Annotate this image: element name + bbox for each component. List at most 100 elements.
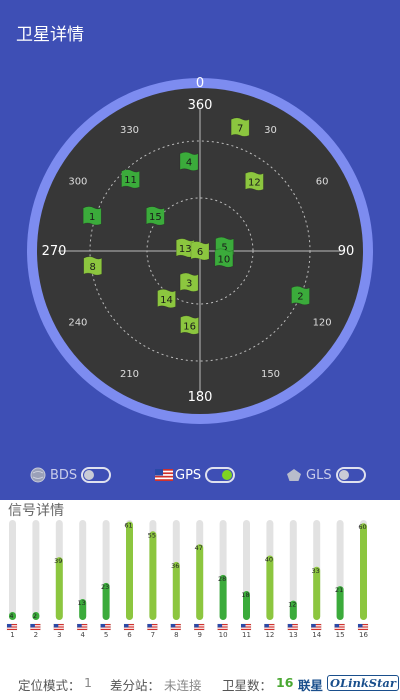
signal-value-label: 40 (265, 555, 273, 563)
signal-value-label: 47 (195, 544, 203, 552)
us-flag-icon (170, 623, 181, 631)
bearing-label-180: 180 (188, 390, 213, 405)
signal-sat-id-label: 14 (312, 631, 321, 639)
signal-bar-12 (266, 555, 274, 620)
signal-value-label: 4 (9, 612, 13, 620)
bearing-label-120: 120 (313, 318, 332, 329)
signal-value-label: 55 (148, 531, 156, 539)
mode-label: 定位模式： (18, 678, 81, 693)
gps-label: GPS (175, 467, 202, 483)
signal-value-label: 2 (33, 612, 37, 620)
gps-switch[interactable] (205, 467, 236, 483)
signal-bar-6 (126, 521, 133, 620)
signal-track (32, 520, 40, 620)
signal-sat-id-label: 4 (80, 631, 85, 639)
signal-sat-id-label: 5 (104, 631, 108, 639)
satellite-10[interactable]: 10 (214, 248, 234, 268)
satellite-16[interactable]: 16 (180, 315, 199, 335)
bearing-label-360: 360 (188, 98, 213, 113)
signal-value-label: 28 (218, 575, 226, 583)
signal-value-label: 33 (312, 567, 320, 575)
satellite-id-label: 16 (183, 321, 196, 332)
satellite-id-label: 14 (160, 295, 173, 306)
bearing-label-150: 150 (261, 369, 280, 380)
satellite-3[interactable]: 3 (179, 272, 199, 292)
diff-value: 未连接 (164, 678, 202, 693)
satellite-id-label: 11 (124, 175, 137, 186)
signal-bar-8 (172, 561, 180, 620)
satellite-id-label: 10 (218, 254, 231, 265)
sat-count-value: 16 (276, 675, 294, 690)
satellite-6[interactable]: 6 (190, 241, 210, 261)
signal-sat-id-label: 15 (336, 631, 345, 639)
us-flag-icon (155, 467, 173, 483)
signal-bar-16 (360, 523, 367, 620)
brand-logo-cn: 联星 (298, 678, 324, 693)
signal-sat-id-label: 11 (242, 631, 251, 639)
signal-value-label: 60 (358, 523, 366, 531)
diff-label: 差分站： (110, 678, 161, 693)
signal-sat-id-label: 12 (265, 631, 274, 639)
satellite-11[interactable]: 11 (121, 169, 140, 189)
satellite-2[interactable]: 2 (291, 285, 310, 306)
satellite-15[interactable]: 15 (146, 206, 165, 226)
bearing-label-60: 60 (316, 177, 329, 188)
signal-sat-id-label: 2 (34, 631, 38, 639)
satellite-12[interactable]: 12 (245, 171, 264, 191)
constellation-toggles: BDS GPS GLS (0, 460, 400, 490)
satellite-id-label: 12 (248, 177, 261, 188)
us-flag-icon (240, 623, 252, 631)
bds-switch[interactable] (81, 467, 112, 483)
us-flag-icon (30, 623, 41, 631)
us-flag-icon (77, 623, 88, 631)
brand-logo-en: OLinkStar (327, 675, 399, 691)
signal-value-label: 21 (335, 586, 343, 594)
signal-bar-7 (149, 531, 157, 620)
gps-toggle[interactable]: GPS (155, 465, 236, 485)
satellite-id-label: 6 (197, 247, 203, 258)
us-flag-icon (100, 623, 111, 631)
signal-sat-id-label: 9 (197, 631, 201, 639)
signal-value-label: 13 (78, 599, 86, 607)
bds-label: BDS (50, 467, 78, 483)
signal-value-label: 36 (171, 562, 179, 570)
signal-sat-id-label: 8 (174, 631, 178, 639)
satellite-id-label: 3 (186, 279, 192, 290)
satellite-1[interactable]: 1 (82, 206, 102, 226)
satellite-7[interactable]: 7 (230, 117, 250, 137)
header-panel: 卫星详情 0 30 60 90 120 150 180 210 240 270 300 330 360 7… (0, 0, 400, 500)
us-flag-icon (357, 623, 369, 631)
satellite-14[interactable]: 14 (157, 288, 176, 309)
satellite-id-label: 13 (179, 244, 192, 255)
signal-sat-id-label: 13 (289, 631, 298, 639)
signal-sat-id-label: 1 (10, 631, 14, 639)
gls-switch[interactable] (335, 467, 366, 483)
satellite-id-label: 4 (186, 158, 192, 169)
pentagon-icon (286, 467, 302, 483)
mode-value: 1 (84, 675, 92, 690)
bds-toggle[interactable]: BDS (30, 465, 112, 485)
us-flag-icon (311, 623, 322, 631)
us-flag-icon (123, 623, 135, 631)
us-flag-icon (217, 623, 228, 631)
signal-sat-id-label: 10 (219, 631, 228, 639)
satellite-4[interactable]: 4 (179, 151, 199, 171)
us-flag-icon (194, 623, 205, 631)
bearing-label-0: 0 (196, 76, 204, 91)
us-flag-icon (53, 623, 64, 631)
page-title: 卫星详情 (16, 25, 84, 45)
satellite-id-label: 2 (297, 292, 303, 303)
signal-value-label: 18 (241, 591, 249, 599)
signal-sat-id-label: 16 (359, 631, 368, 639)
globe-icon (30, 467, 46, 483)
signal-value-label: 39 (54, 557, 62, 565)
gls-toggle[interactable]: GLS (286, 465, 366, 485)
signal-bar-chart: 4122393134235616557368479281018114012121… (6, 520, 369, 639)
signal-sat-id-label: 6 (127, 631, 132, 639)
bearing-label-90: 90 (338, 244, 355, 259)
bearing-label-330: 330 (120, 125, 139, 136)
signal-bar-9 (196, 544, 204, 620)
satellite-8[interactable]: 8 (83, 256, 103, 276)
satellite-id-label: 1 (89, 212, 95, 223)
status-footer: 定位模式： 1 差分站： 未连接 卫星数： 16 联星 OLinkStar (0, 674, 400, 696)
